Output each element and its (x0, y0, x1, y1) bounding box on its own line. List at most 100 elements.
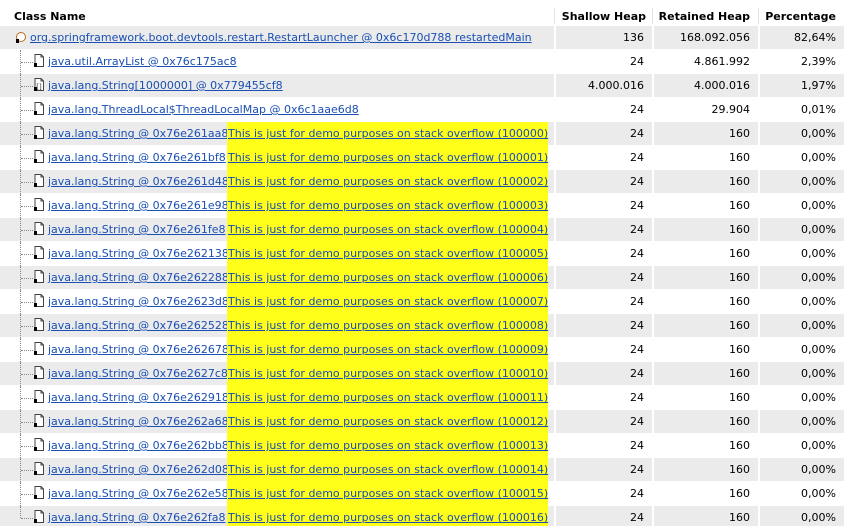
object-link[interactable]: java.lang.String @ 0x76e261aa8 (48, 122, 228, 145)
string-value[interactable]: This is just for demo purposes on stack … (227, 434, 549, 458)
table-row[interactable]: java.lang.String @ 0x76e261fe8 This is ju… (0, 218, 850, 242)
percentage-value: 0,00% (801, 319, 836, 332)
retained-heap-value: 160 (729, 511, 750, 524)
table-row[interactable]: java.lang.String @ 0x76e262678 This is ju… (0, 338, 850, 362)
shallow-heap-value: 24 (630, 247, 644, 260)
object-link[interactable]: java.util.ArrayList @ 0x76c175ac8 (48, 50, 237, 73)
table-row[interactable]: java.lang.String @ 0x76e262fa8 This is ju… (0, 506, 850, 526)
object-link[interactable]: java.lang.String @ 0x76e261e98 (48, 194, 229, 217)
percentage-value: 1,97% (801, 79, 836, 92)
table-row[interactable]: java.lang.String @ 0x76e262918 This is ju… (0, 386, 850, 410)
string-value[interactable]: This is just for demo purposes on stack … (227, 146, 549, 170)
string-value[interactable]: This is just for demo purposes on stack … (227, 314, 549, 338)
table-row[interactable]: java.lang.String @ 0x76e261e98 This is ju… (0, 194, 850, 218)
column-divider[interactable] (652, 8, 653, 24)
string-value[interactable]: This is just for demo purposes on stack … (227, 458, 549, 482)
table-row[interactable]: org.springframework.boot.devtools.restar… (0, 26, 850, 50)
object-link[interactable]: java.lang.String @ 0x76e262528 (48, 314, 229, 337)
column-header-retained-heap[interactable]: Retained Heap (654, 10, 750, 23)
object-link[interactable]: java.lang.String @ 0x76e262e58 (48, 482, 229, 505)
table-row[interactable]: java.lang.String @ 0x76e262138 This is ju… (0, 242, 850, 266)
percentage-value: 0,00% (801, 151, 836, 164)
table-row[interactable]: java.lang.String @ 0x76e2627c8 This is ju… (0, 362, 850, 386)
object-link[interactable]: java.lang.String @ 0x76e262918 (48, 386, 229, 409)
string-value[interactable]: This is just for demo purposes on stack … (227, 290, 549, 314)
shallow-heap-value: 24 (630, 55, 644, 68)
object-link[interactable]: java.lang.String @ 0x76e261bf8 (48, 146, 226, 169)
retained-heap-value: 4.000.016 (694, 79, 750, 92)
object-link[interactable]: java.lang.String @ 0x76e2627c8 (48, 362, 228, 385)
retained-heap-value: 160 (729, 487, 750, 500)
object-icon (34, 174, 44, 187)
string-value[interactable]: This is just for demo purposes on stack … (227, 362, 549, 386)
thread-icon (16, 30, 26, 43)
retained-heap-value: 160 (729, 439, 750, 452)
shallow-heap-value: 24 (630, 151, 644, 164)
retained-heap-value: 168.092.056 (680, 31, 750, 44)
object-link[interactable]: java.lang.String @ 0x76e262a68 (48, 410, 229, 433)
object-link[interactable]: java.lang.String @ 0x76e262138 (48, 242, 229, 265)
string-value[interactable]: This is just for demo purposes on stack … (227, 410, 549, 434)
table-row[interactable]: java.lang.String @ 0x76e262d08 This is ju… (0, 458, 850, 482)
retained-heap-value: 160 (729, 151, 750, 164)
object-icon (34, 102, 44, 115)
shallow-heap-value: 24 (630, 319, 644, 332)
object-link[interactable]: java.lang.String @ 0x76e262288 (48, 266, 229, 289)
shallow-heap-value: 24 (630, 199, 644, 212)
column-header-shallow-heap[interactable]: Shallow Heap (556, 10, 646, 23)
table-row[interactable]: java.lang.String @ 0x76e262bb8 This is ju… (0, 434, 850, 458)
string-value[interactable]: This is just for demo purposes on stack … (227, 506, 549, 526)
table-row[interactable]: java.util.ArrayList @ 0x76c175ac8 24 4.861… (0, 50, 850, 74)
string-value[interactable]: This is just for demo purposes on stack … (227, 386, 549, 410)
percentage-value: 0,00% (801, 439, 836, 452)
string-value[interactable]: This is just for demo purposes on stack … (227, 170, 549, 194)
string-value[interactable]: This is just for demo purposes on stack … (227, 242, 549, 266)
object-icon (34, 318, 44, 331)
retained-heap-value: 29.904 (711, 103, 751, 116)
object-link[interactable]: java.lang.String @ 0x76e262d08 (48, 458, 229, 481)
tree-line (21, 350, 33, 351)
string-value[interactable]: This is just for demo purposes on stack … (227, 266, 549, 290)
retained-heap-value: 160 (729, 367, 750, 380)
table-row[interactable]: java.lang.ThreadLocal$ThreadLocalMap @ 0… (0, 98, 850, 122)
percentage-value: 0,01% (801, 103, 836, 116)
string-value[interactable]: This is just for demo purposes on stack … (227, 338, 549, 362)
string-value[interactable]: This is just for demo purposes on stack … (227, 218, 549, 242)
table-row[interactable]: java.lang.String @ 0x76e262528 This is ju… (0, 314, 850, 338)
table-row[interactable]: java.lang.String @ 0x76e261aa8 This is ju… (0, 122, 850, 146)
table-row[interactable]: java.lang.String @ 0x76e261bf8 This is ju… (0, 146, 850, 170)
table-row[interactable]: java.lang.String @ 0x76e2623d8 This is ju… (0, 290, 850, 314)
column-divider[interactable] (758, 8, 759, 24)
table-row[interactable]: java.lang.String @ 0x76e262a68 This is ju… (0, 410, 850, 434)
table-row[interactable]: java.lang.String @ 0x76e262288 This is ju… (0, 266, 850, 290)
percentage-value: 0,00% (801, 391, 836, 404)
object-link[interactable]: java.lang.String @ 0x76e261fe8 (48, 218, 226, 241)
object-link[interactable]: java.lang.String @ 0x76e2623d8 (48, 290, 229, 313)
shallow-heap-value: 24 (630, 487, 644, 500)
string-value[interactable]: This is just for demo purposes on stack … (227, 122, 549, 146)
shallow-heap-value: 24 (630, 511, 644, 524)
shallow-heap-value: 24 (630, 391, 644, 404)
table-row[interactable]: [] java.lang.String[1000000] @ 0x779455cf… (0, 74, 850, 98)
table-row[interactable]: java.lang.String @ 0x76e261d48 This is ju… (0, 170, 850, 194)
tree-line (21, 206, 33, 207)
object-icon (34, 438, 44, 451)
object-link[interactable]: java.lang.String[1000000] @ 0x779455cf8 (48, 74, 283, 97)
object-link[interactable]: java.lang.ThreadLocal$ThreadLocalMap @ 0… (48, 98, 359, 121)
object-link[interactable]: org.springframework.boot.devtools.restar… (30, 26, 532, 49)
percentage-value: 0,00% (801, 247, 836, 260)
object-link[interactable]: java.lang.String @ 0x76e262bb8 (48, 434, 229, 457)
shallow-heap-value: 24 (630, 223, 644, 236)
column-header-percentage[interactable]: Percentage (760, 10, 836, 23)
string-value[interactable]: This is just for demo purposes on stack … (227, 194, 549, 218)
retained-heap-value: 160 (729, 175, 750, 188)
object-icon (34, 366, 44, 379)
column-divider[interactable] (554, 8, 555, 24)
percentage-value: 0,00% (801, 175, 836, 188)
column-header-class-name[interactable]: Class Name (14, 10, 86, 23)
object-link[interactable]: java.lang.String @ 0x76e262678 (48, 338, 229, 361)
string-value[interactable]: This is just for demo purposes on stack … (227, 482, 549, 506)
table-row[interactable]: java.lang.String @ 0x76e262e58 This is ju… (0, 482, 850, 506)
object-link[interactable]: java.lang.String @ 0x76e261d48 (48, 170, 229, 193)
object-link[interactable]: java.lang.String @ 0x76e262fa8 (48, 506, 226, 526)
